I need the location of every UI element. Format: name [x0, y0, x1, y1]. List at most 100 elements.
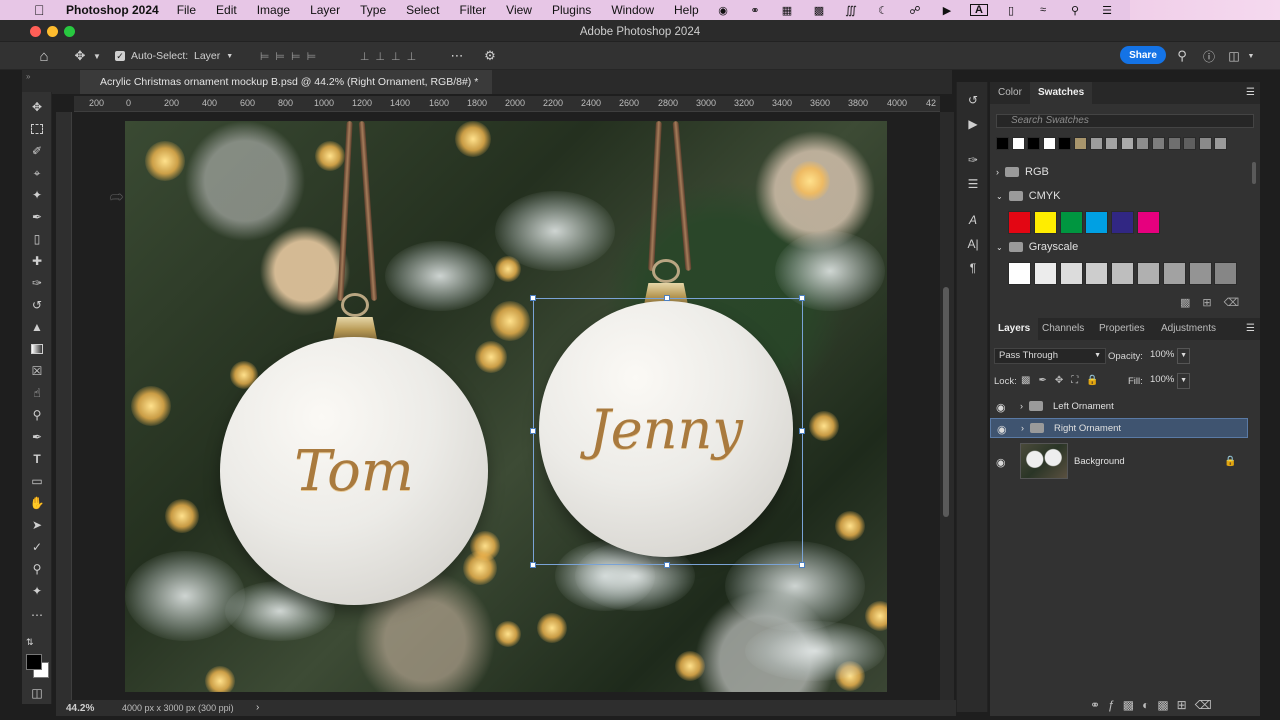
swatch[interactable] [1008, 262, 1031, 285]
workspace-chevron-icon[interactable]: ▼ [1246, 47, 1256, 65]
auto-select-checkbox[interactable]: ✓ [114, 47, 126, 65]
swatch-group-grayscale[interactable]: ⌄ Grayscale [996, 237, 1246, 257]
adjustments-icon[interactable]: ☰ [965, 176, 981, 192]
history-panel-icon[interactable]: ↺ [965, 92, 981, 108]
foreground-color-swatch[interactable] [26, 654, 42, 670]
eye-icon[interactable]: ◉ [996, 401, 1010, 414]
menu-filter[interactable]: Filter [459, 3, 486, 17]
swatch[interactable] [1152, 137, 1165, 150]
zoom-level[interactable]: 44.2% [66, 703, 94, 714]
status-info-arrow[interactable]: › [256, 702, 259, 713]
paragraph-panel-icon[interactable]: ¶ [965, 260, 981, 276]
swatch[interactable] [996, 137, 1009, 150]
auto-select-dropdown[interactable]: Layer ▼ [190, 47, 236, 65]
actions-panel-icon[interactable]: ▶ [965, 116, 981, 132]
tab-adjustments[interactable]: Adjustments [1153, 318, 1224, 340]
gear-icon[interactable]: ⚙ [482, 47, 498, 65]
menu-select[interactable]: Select [406, 3, 439, 17]
brush-settings-icon[interactable]: ✑ [965, 152, 981, 168]
layer-row-left-ornament[interactable]: ◉ › Left Ornament [990, 396, 1248, 416]
transform-handle[interactable] [799, 295, 805, 301]
help-icon[interactable]: ⓘ [1201, 47, 1217, 65]
path-selection-tool-icon[interactable]: ➤ [28, 516, 46, 534]
swatch[interactable] [1085, 211, 1109, 234]
color-sampler-tool-icon[interactable]: ✓ [28, 538, 46, 556]
swatch[interactable] [1214, 137, 1228, 150]
swatch[interactable] [1027, 137, 1041, 150]
swatch[interactable] [1137, 262, 1160, 285]
swatch-group-rgb[interactable]: › RGB [996, 162, 1246, 182]
opacity-input[interactable]: 100% ▼ [1146, 348, 1190, 364]
smudge-tool-icon[interactable]: ☝ [28, 384, 46, 402]
frame-tool-icon[interactable]: ☒ [28, 362, 46, 380]
apple-icon[interactable]:  [34, 2, 52, 18]
move-tool-icon[interactable]: ✥ [28, 98, 46, 116]
swatch[interactable] [1111, 211, 1135, 234]
menu-app-name[interactable]: Photoshop 2024 [66, 3, 159, 17]
more-options-icon[interactable]: ⋯ [448, 47, 466, 65]
transform-handle[interactable] [530, 295, 536, 301]
swatch[interactable] [1120, 137, 1134, 150]
menu-image[interactable]: Image [257, 3, 290, 17]
menu-edit[interactable]: Edit [216, 3, 237, 17]
keyboard-input-icon[interactable]: A [970, 4, 988, 16]
swatch[interactable] [1137, 211, 1160, 234]
tool-preset-chevron-icon[interactable]: ▼ [92, 47, 102, 65]
transform-handle[interactable] [799, 562, 805, 568]
swatch[interactable] [1033, 262, 1057, 285]
swatch[interactable] [1059, 262, 1083, 285]
history-brush-tool-icon[interactable]: ↺ [28, 296, 46, 314]
lasso-tool-icon[interactable]: ✐ [28, 142, 46, 160]
swatch[interactable] [1167, 137, 1181, 150]
character-panel-icon[interactable]: A [965, 212, 981, 228]
canvas-vertical-scrollbar[interactable] [940, 112, 954, 702]
healing-brush-tool-icon[interactable]: ✚ [28, 252, 46, 270]
swatch[interactable] [1111, 262, 1135, 285]
swatch[interactable] [1214, 262, 1238, 285]
control-center-icon[interactable]: ☰ [1098, 4, 1116, 17]
wifi-icon[interactable]: ≈ [1034, 4, 1052, 16]
tab-color[interactable]: Color [990, 82, 1030, 104]
move-tool-icon[interactable]: ✥ [72, 47, 88, 65]
paperclip-icon[interactable]: ∭ [842, 4, 860, 17]
swatch-footer-icons[interactable]: ▩⊞⌫ [1180, 296, 1251, 309]
battery-icon[interactable]: ▯ [1002, 4, 1020, 17]
tab-swatches[interactable]: Swatches [1030, 82, 1093, 104]
record-icon[interactable]: ◉ [714, 4, 732, 17]
swatch[interactable] [1105, 137, 1119, 150]
swatch[interactable] [1198, 137, 1212, 150]
menu-layer[interactable]: Layer [310, 3, 340, 17]
collapse-arrows-icon[interactable]: » [26, 72, 30, 81]
ai-edit-tool-icon[interactable]: ✦ [28, 582, 46, 600]
headphones-icon[interactable]: ☍ [906, 4, 924, 17]
play-icon[interactable]: ▶ [938, 4, 956, 17]
transform-handle[interactable] [530, 428, 536, 434]
transform-bounding-box[interactable] [533, 298, 803, 565]
swatch[interactable] [1059, 211, 1083, 234]
glyphs-panel-icon[interactable]: A| [965, 236, 981, 252]
menu-help[interactable]: Help [674, 3, 699, 17]
menu-file[interactable]: File [177, 3, 196, 17]
menu-view[interactable]: View [506, 3, 532, 17]
eye-icon[interactable]: ◉ [996, 456, 1010, 469]
transform-handle[interactable] [799, 428, 805, 434]
panel-menu-icon[interactable]: ☰ [1246, 323, 1255, 334]
layer-row-background[interactable]: ◉ Background 🔒 [990, 442, 1248, 480]
creative-cloud-icon[interactable]: ⚭ [746, 4, 764, 17]
transform-handle[interactable] [664, 562, 670, 568]
scrollbar-thumb[interactable] [943, 287, 949, 517]
marquee-tool-icon[interactable] [28, 120, 46, 138]
clone-stamp-tool-icon[interactable]: ▲ [28, 318, 46, 336]
swatch[interactable] [1085, 262, 1109, 285]
layer-row-right-ornament[interactable]: ◉ › Right Ornament [990, 418, 1248, 438]
swatch[interactable] [1033, 211, 1057, 234]
crop-tool-icon[interactable]: ⌖ [28, 164, 46, 182]
hand-tool-icon[interactable]: ✋ [28, 494, 46, 512]
swatch[interactable] [1188, 262, 1212, 285]
layers-footer-icons[interactable]: ⚭ƒ▩◐▩⊞⌫ [1090, 698, 1220, 712]
lock-icons[interactable]: ▩✒✥⛶🔒 [1021, 375, 1107, 386]
swap-colors-icon[interactable]: ⇅ [26, 637, 34, 648]
swatch[interactable] [1089, 137, 1103, 150]
dodge-tool-icon[interactable]: ⚲ [28, 406, 46, 424]
search-icon[interactable]: ⚲ [1066, 4, 1084, 17]
